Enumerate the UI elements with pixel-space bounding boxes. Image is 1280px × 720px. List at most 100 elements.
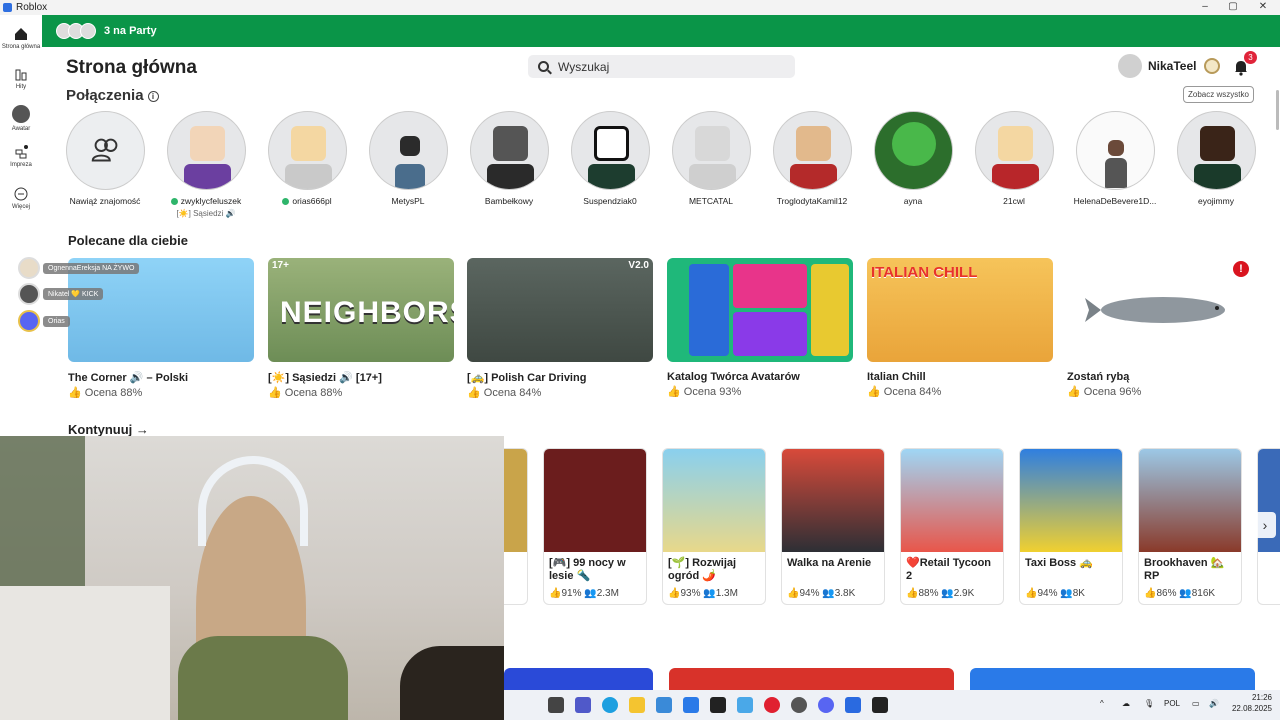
volume-icon[interactable]: 🔊 xyxy=(1209,699,1219,708)
game-card[interactable]: Walka na Arenie 👍94% 👥3.8K xyxy=(781,448,885,605)
clock-time: 21:26 xyxy=(1251,693,1272,702)
game-card[interactable]: Katalog Twórca Avatarów 👍 Ocena 93% xyxy=(667,258,853,398)
friend-card[interactable]: METCATAL xyxy=(661,111,761,206)
radiator xyxy=(0,586,170,720)
game-rating: 👍 Ocena 96% xyxy=(1067,386,1142,398)
game-stats: 👍94% 👥3.8K xyxy=(787,588,856,599)
clock[interactable]: 21:26 22.08.2025 xyxy=(1226,692,1272,714)
mail-icon[interactable] xyxy=(683,697,699,713)
friend-card[interactable]: Suspendziak0 xyxy=(560,111,660,206)
friend-card[interactable]: 21cwl xyxy=(964,111,1064,206)
steam-icon[interactable] xyxy=(791,697,807,713)
search-icon xyxy=(538,61,549,72)
game-title: Zostań rybą xyxy=(1067,371,1130,383)
teams-icon[interactable] xyxy=(575,697,591,713)
friend-name: ayna xyxy=(903,196,923,206)
network-icon[interactable]: ▭ xyxy=(1192,699,1200,708)
tray-chevron-icon[interactable]: ^ xyxy=(1100,699,1104,708)
friend-card[interactable]: TroglodytaKamil12 xyxy=(762,111,862,206)
friend-card[interactable]: HelenaDeBevere1D... xyxy=(1065,111,1165,206)
explorer-icon[interactable] xyxy=(629,697,645,713)
store-icon[interactable] xyxy=(656,697,672,713)
game-title: Brookhaven 🏡RP xyxy=(1144,557,1225,582)
game-card-partial[interactable] xyxy=(504,448,528,605)
game-thumbnail xyxy=(667,258,853,362)
discord-icon[interactable] xyxy=(818,697,834,713)
party-member-name: Orias xyxy=(48,317,65,325)
maximize-button[interactable]: ▢ xyxy=(1218,0,1248,15)
friend-card[interactable]: eyojimmy xyxy=(1166,111,1266,206)
game-title: Katalog Twórca Avatarów xyxy=(667,371,800,383)
friend-avatar xyxy=(1199,126,1235,161)
friend-avatar xyxy=(795,126,831,161)
game-thumbnail xyxy=(1067,258,1253,362)
window-title: Roblox xyxy=(16,2,48,13)
avatar xyxy=(18,283,40,305)
nav-avatar[interactable]: Awatar xyxy=(0,105,42,132)
party-bar[interactable]: 3 na Party xyxy=(42,15,1280,47)
dog xyxy=(400,646,504,720)
event-banner[interactable] xyxy=(970,668,1255,690)
friend-card[interactable]: zwyklycfeluszek [☀️] Sąsiedzi 🔊 xyxy=(156,111,256,218)
nav-charts[interactable]: Hity xyxy=(0,67,42,90)
party-member[interactable]: Nikatel 💛 KICK xyxy=(18,283,104,305)
game-card[interactable]: [🌱] Rozwijaj ogród 🌶️ 👍93% 👥1.3M xyxy=(662,448,766,605)
game-card[interactable]: 17+ NEIGHBORS [☀️] Sąsiedzi 🔊 [17+] 👍 Oc… xyxy=(268,258,454,399)
game-card[interactable]: Zostań rybą 👍 Ocena 96% xyxy=(1067,258,1253,398)
search-input[interactable]: Wyszukaj xyxy=(528,55,795,78)
premium-icon[interactable] xyxy=(1204,58,1221,74)
friend-name: Nawiąż znajomość xyxy=(69,196,141,206)
info-icon[interactable]: i xyxy=(147,91,159,102)
friend-card[interactable]: orias666pl xyxy=(257,111,357,206)
game-thumbnail xyxy=(663,449,765,552)
username: NikaTeel xyxy=(1148,59,1197,73)
friend-name: eyojimmy xyxy=(1198,196,1234,206)
friend-card[interactable]: Bambełkowy xyxy=(459,111,559,206)
event-banner[interactable] xyxy=(669,668,954,690)
see-all-button[interactable]: Zobacz wszystko xyxy=(1183,86,1254,103)
game-stats: 👍94% 👥8K xyxy=(1025,588,1085,599)
clock-date: 22.08.2025 xyxy=(1231,704,1272,713)
game-title: [🚕] Polish Car Driving xyxy=(467,372,587,384)
plant-decoration xyxy=(0,436,85,586)
game-thumbnail: V2.0 xyxy=(467,258,653,362)
cloud-icon[interactable]: ☁ xyxy=(1122,699,1130,708)
friend-avatar xyxy=(1107,140,1124,156)
nav-home[interactable]: Strona główna xyxy=(0,27,42,50)
mic-icon[interactable]: 🎙 xyxy=(1144,699,1154,708)
app-icon[interactable] xyxy=(710,697,726,713)
add-friend-button[interactable]: Nawiąż znajomość xyxy=(55,111,155,206)
nav-party[interactable]: Impreza xyxy=(0,145,42,168)
nav-more[interactable]: Więcej xyxy=(0,187,42,210)
minimize-button[interactable]: – xyxy=(1190,0,1220,15)
app-icon[interactable] xyxy=(737,697,753,713)
event-banner[interactable] xyxy=(504,668,653,690)
headphones xyxy=(198,456,308,546)
edge-icon[interactable] xyxy=(602,697,618,713)
friend-card[interactable]: MetysPL xyxy=(358,111,458,206)
language-indicator[interactable]: POL xyxy=(1164,699,1180,708)
scrollbar[interactable] xyxy=(1276,90,1279,130)
game-card[interactable]: V2.0 [🚕] Polish Car Driving 👍 Ocena 84% xyxy=(467,258,653,399)
scroll-right-button[interactable]: › xyxy=(1254,512,1276,538)
party-member[interactable]: Orias xyxy=(18,310,70,332)
game-card[interactable]: The Corner 🔊 – Polski 👍 Ocena 88% xyxy=(68,258,254,399)
continue-heading[interactable]: Kontynuuj → xyxy=(68,422,149,437)
game-title: Walka na Arenie xyxy=(787,557,872,569)
window-titlebar: Roblox – ▢ ✕ xyxy=(0,0,1280,15)
party-member[interactable]: OgnennaEreksja NA ŻYWO xyxy=(18,257,140,279)
game-card[interactable]: Brookhaven 🏡RP 👍86% 👥816K xyxy=(1138,448,1242,605)
game-card[interactable]: Taxi Boss 🚕 👍94% 👥8K xyxy=(1019,448,1123,605)
roblox-icon[interactable] xyxy=(845,697,861,713)
close-button[interactable]: ✕ xyxy=(1248,0,1278,15)
game-card[interactable]: ITALIAN CHILL Italian Chill 👍 Ocena 84% xyxy=(867,258,1053,398)
task-view-icon[interactable] xyxy=(548,697,564,713)
game-card[interactable]: [🎮] 99 nocy w lesie 🔦 👍91% 👥2.3M xyxy=(543,448,647,605)
connections-heading[interactable]: Połączenia i xyxy=(66,87,159,104)
user-profile[interactable]: NikaTeel xyxy=(1118,54,1221,78)
app-icon[interactable] xyxy=(872,697,888,713)
opera-icon[interactable] xyxy=(764,697,780,713)
game-card[interactable]: ❤️Retail Tycoon 2 👍88% 👥2.9K xyxy=(900,448,1004,605)
friend-card[interactable]: ayna xyxy=(863,111,963,206)
game-stats: 👍93% 👥1.3M xyxy=(668,588,738,599)
